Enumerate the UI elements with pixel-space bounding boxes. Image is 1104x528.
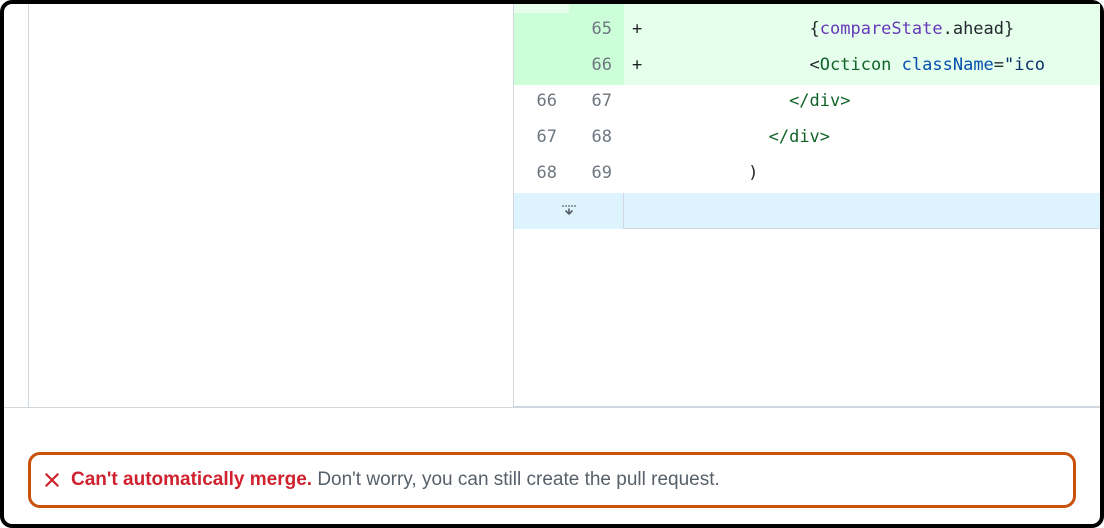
diff-marker xyxy=(624,157,652,193)
line-number-new[interactable]: 66 xyxy=(569,49,624,85)
code-token: { xyxy=(656,19,820,39)
code-token: compareState xyxy=(820,19,943,39)
code-token: .ahead} xyxy=(943,19,1015,39)
code-token: </ xyxy=(789,91,809,111)
code-token: className xyxy=(902,55,994,75)
line-number-old[interactable]: 67 xyxy=(514,121,569,157)
line-number-old[interactable]: 66 xyxy=(514,85,569,121)
line-number-new[interactable]: 69 xyxy=(569,157,624,193)
line-number-new[interactable]: 65 xyxy=(569,13,624,49)
diff-bottom-spacer xyxy=(514,229,1100,329)
diff-line: 66+ <Octicon className="ico xyxy=(514,49,1100,85)
diff-marker xyxy=(624,85,652,121)
code-token: < xyxy=(656,55,820,75)
code-token: > xyxy=(820,127,830,147)
x-icon xyxy=(43,471,61,489)
code-token xyxy=(656,91,789,111)
diff-line: 65+ {compareState.ahead} xyxy=(514,13,1100,49)
diff-line: 64+ xyxy=(514,4,1100,13)
code-token: </ xyxy=(769,127,789,147)
merge-status-banner: Can't automatically merge. Don't worry, … xyxy=(28,452,1076,508)
merge-status-region: Can't automatically merge. Don't worry, … xyxy=(28,452,1076,508)
expand-hunk-spacer xyxy=(624,193,1100,229)
diff-view: 64+65+ {compareState.ahead}66+ <Octicon … xyxy=(514,4,1100,407)
line-number-new[interactable]: 67 xyxy=(569,85,624,121)
diff-marker: + xyxy=(624,4,652,13)
expand-hunk-down-button[interactable] xyxy=(514,193,624,229)
line-number-new[interactable]: 68 xyxy=(569,121,624,157)
code-cell: ) xyxy=(652,157,1100,193)
code-token: > xyxy=(840,91,850,111)
diff-marker: + xyxy=(624,13,652,49)
code-cell: {compareState.ahead} xyxy=(652,13,1100,49)
merge-status-title: Can't automatically merge. xyxy=(71,469,312,490)
left-column xyxy=(28,4,514,407)
diff-line: 6869 ) xyxy=(514,157,1100,193)
line-number-old[interactable] xyxy=(514,49,569,85)
code-token: div xyxy=(810,91,841,111)
code-token: ) xyxy=(656,163,758,183)
diff-line: 6667 </div> xyxy=(514,85,1100,121)
line-number-old[interactable]: 68 xyxy=(514,157,569,193)
diff-marker xyxy=(624,121,652,157)
line-number-new[interactable]: 64 xyxy=(569,4,624,13)
diff-marker: + xyxy=(624,49,652,85)
code-cell: </div> xyxy=(652,121,1100,157)
code-token xyxy=(891,55,901,75)
content-panel: 64+65+ {compareState.ahead}66+ <Octicon … xyxy=(4,4,1100,408)
line-number-old[interactable] xyxy=(514,13,569,49)
diff-line: 6768 </div> xyxy=(514,121,1100,157)
code-token: div xyxy=(789,127,820,147)
code-token xyxy=(656,127,769,147)
merge-status-body: Don't worry, you can still create the pu… xyxy=(317,469,719,490)
code-cell: </div> xyxy=(652,85,1100,121)
code-cell: <Octicon className="ico xyxy=(652,49,1100,85)
code-token: = xyxy=(994,55,1004,75)
expand-hunk-row xyxy=(514,193,1100,229)
code-token: "ico xyxy=(1004,55,1045,75)
code-token: Octicon xyxy=(820,55,892,75)
expand-down-icon xyxy=(561,203,577,219)
